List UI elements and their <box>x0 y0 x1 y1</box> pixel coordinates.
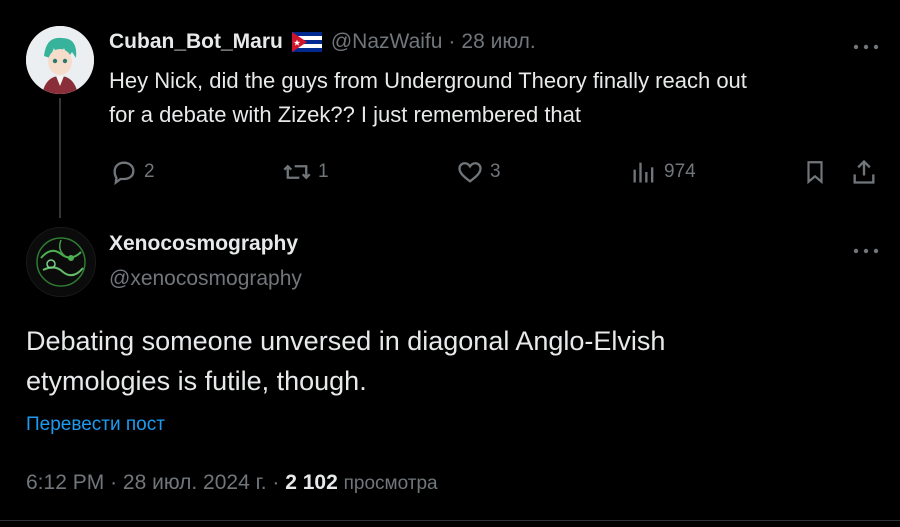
translate-post-link[interactable]: Перевести пост <box>26 414 165 436</box>
repost-action[interactable]: 1 <box>282 158 329 186</box>
share-icon <box>853 159 875 184</box>
views-action[interactable]: 974 <box>630 158 696 186</box>
repost-count: 1 <box>318 161 329 182</box>
post-date[interactable]: 28 июл. 2024 г. <box>123 471 267 494</box>
heart-icon <box>458 162 482 183</box>
more-horizontal-icon <box>853 44 879 50</box>
repost-icon <box>283 164 311 180</box>
avatar-xenocosmography[interactable] <box>26 227 96 297</box>
parent-text-line-1: Hey Nick, did the guys from Underground … <box>109 68 747 93</box>
share-button[interactable] <box>850 158 878 186</box>
reply-count: 2 <box>144 161 155 182</box>
reply-icon <box>113 161 135 186</box>
parent-handle[interactable]: @NazWaifu <box>331 30 443 54</box>
meta-separator: · <box>110 471 118 494</box>
view-count: 974 <box>664 161 696 182</box>
main-text-line-1: Debating someone unversed in diagonal An… <box>26 326 666 356</box>
parent-more-button[interactable] <box>852 32 880 58</box>
total-views-label: просмотра <box>343 473 438 494</box>
bookmark-icon <box>807 161 823 185</box>
parent-header-separator: · <box>448 30 456 53</box>
main-tweet-text: Debating someone unversed in diagonal An… <box>26 321 886 401</box>
tweet-metadata: 6:12 PM · 28 июл. 2024 г. · 2 102 просмо… <box>26 471 438 495</box>
more-horizontal-icon <box>853 248 879 254</box>
analytics-icon <box>633 162 654 183</box>
parent-display-name[interactable]: Cuban_Bot_Maru <box>109 30 283 54</box>
avatar-cuban-bot-maru[interactable] <box>26 26 94 94</box>
post-time[interactable]: 6:12 PM <box>26 471 104 494</box>
cuba-flag-icon <box>291 32 322 52</box>
main-more-button[interactable] <box>852 236 880 262</box>
meta-separator: · <box>272 471 280 494</box>
bottom-divider <box>0 520 900 521</box>
main-display-name[interactable]: Xenocosmography <box>109 232 298 256</box>
like-action[interactable]: 3 <box>456 158 501 186</box>
parent-date[interactable]: 28 июл. <box>461 30 535 54</box>
total-views-count: 2 102 <box>285 471 338 494</box>
like-count: 3 <box>490 161 501 182</box>
thread-connector-line <box>59 98 61 218</box>
reply-action[interactable]: 2 <box>110 158 155 186</box>
parent-tweet-header: Cuban_Bot_Maru @NazWaifu · 28 июл. <box>109 30 536 54</box>
parent-tweet-text: Hey Nick, did the guys from Underground … <box>109 64 889 132</box>
parent-text-line-2: for a debate with Zizek?? I just remembe… <box>109 102 582 127</box>
main-text-line-2: etymologies is futile, though. <box>26 366 367 396</box>
bookmark-button[interactable] <box>802 158 828 186</box>
main-handle[interactable]: @xenocosmography <box>109 267 302 291</box>
